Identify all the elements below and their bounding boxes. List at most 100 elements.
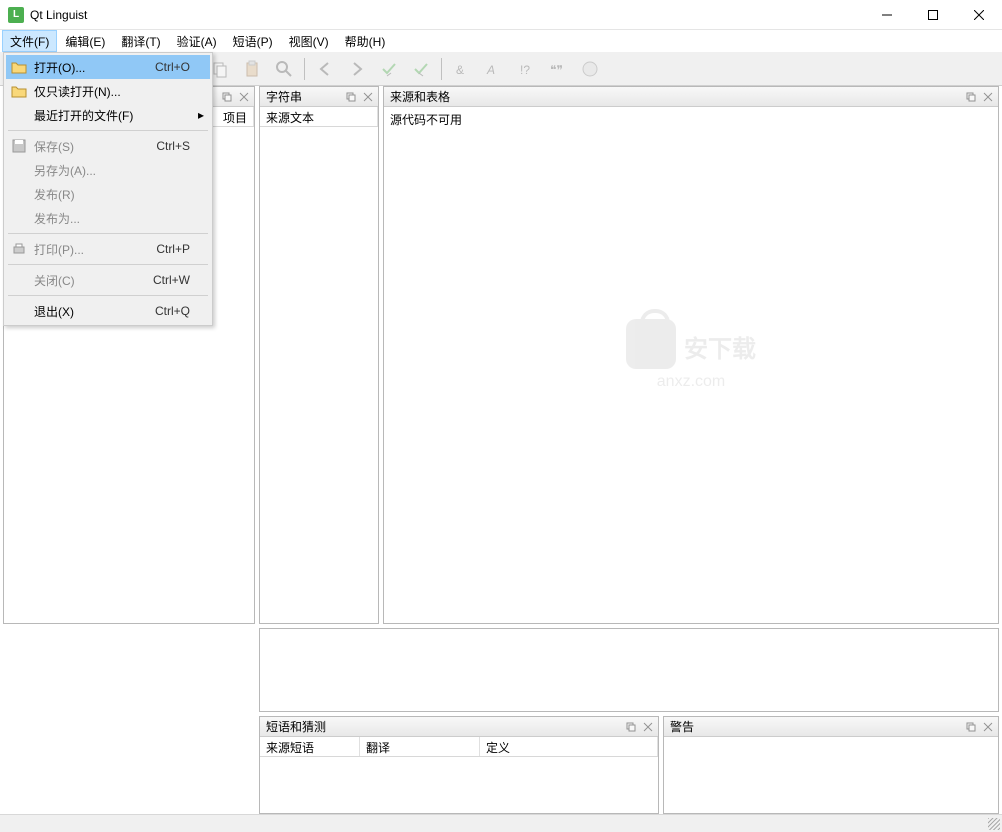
source-panel: 来源和表格 源代码不可用 安下载 anxz.com (383, 86, 999, 624)
tb-done-next-icon[interactable] (406, 55, 436, 83)
panel-title: 来源和表格 (390, 88, 962, 105)
float-icon[interactable] (623, 719, 639, 735)
float-icon[interactable] (343, 89, 359, 105)
panel-body[interactable] (260, 629, 998, 711)
float-icon[interactable] (219, 89, 235, 105)
tb-find-icon[interactable] (269, 55, 299, 83)
tb-done-prev-icon[interactable] (374, 55, 404, 83)
close-icon[interactable] (640, 719, 656, 735)
menu-item-label: 打开(O)... (34, 59, 155, 76)
tb-accel-icon[interactable]: & (447, 55, 477, 83)
close-icon[interactable] (980, 719, 996, 735)
panel-title: 短语和猜测 (266, 718, 622, 735)
menu-exit[interactable]: 退出(X) Ctrl+Q (6, 299, 210, 323)
menu-item-label: 保存(S) (34, 138, 156, 155)
col-translation[interactable]: 翻译 (360, 737, 480, 756)
col-source-phrase[interactable]: 来源短语 (260, 737, 360, 756)
tb-place-icon[interactable] (575, 55, 605, 83)
svg-text:A: A (486, 63, 495, 77)
menubar: 文件(F) 编辑(E) 翻译(T) 验证(A) 短语(P) 视图(V) 帮助(H… (0, 30, 1002, 52)
menu-recent-files[interactable]: 最近打开的文件(F) ▸ (6, 103, 210, 127)
menu-item-label: 仅只读打开(N)... (34, 83, 190, 100)
phrases-panel: 短语和猜测 来源短语 翻译 定义 (259, 716, 659, 814)
tb-prev-icon[interactable] (310, 55, 340, 83)
menu-separator (8, 264, 208, 265)
float-icon[interactable] (963, 89, 979, 105)
svg-text:❝❞: ❝❞ (550, 63, 563, 77)
watermark-text: 安下载 (684, 329, 756, 364)
svg-text:!?: !? (520, 63, 530, 77)
panel-header: 短语和猜测 (260, 717, 658, 737)
close-icon[interactable] (236, 89, 252, 105)
menu-release[interactable]: 发布(R) (6, 182, 210, 206)
resize-grip-icon[interactable] (988, 818, 1000, 830)
print-icon (10, 240, 28, 258)
float-icon[interactable] (963, 719, 979, 735)
app-icon: L (8, 7, 24, 23)
column-headers: 来源文本 (260, 107, 378, 127)
menu-separator (8, 130, 208, 131)
menu-item-label: 发布为... (34, 210, 190, 227)
tb-punc-icon[interactable]: !? (511, 55, 541, 83)
folder-open-icon (10, 82, 28, 100)
menu-file[interactable]: 文件(F) (2, 30, 57, 52)
menu-save[interactable]: 保存(S) Ctrl+S (6, 134, 210, 158)
menu-item-label: 发布(R) (34, 186, 190, 203)
strings-panel: 字符串 来源文本 (259, 86, 379, 624)
menu-edit[interactable]: 编辑(E) (57, 30, 113, 52)
panel-header: 警告 (664, 717, 998, 737)
submenu-arrow-icon: ▸ (198, 108, 204, 122)
toolbar-separator (441, 58, 442, 80)
tb-phrase-icon[interactable]: ❝❞ (543, 55, 573, 83)
panel-body (664, 737, 998, 813)
window-title: Qt Linguist (30, 8, 864, 22)
warnings-panel: 警告 (663, 716, 999, 814)
menu-item-label: 退出(X) (34, 303, 155, 320)
panel-header: 字符串 (260, 87, 378, 107)
menu-phrases[interactable]: 短语(P) (225, 30, 281, 52)
tb-font-icon[interactable]: A (479, 55, 509, 83)
panel-body: 来源短语 翻译 定义 (260, 737, 658, 813)
menu-validation[interactable]: 验证(A) (169, 30, 225, 52)
menu-separator (8, 233, 208, 234)
close-button[interactable] (956, 0, 1002, 30)
menu-releaseas[interactable]: 发布为... (6, 206, 210, 230)
panel-body: 源代码不可用 安下载 anxz.com (384, 107, 998, 623)
menu-open-readonly[interactable]: 仅只读打开(N)... (6, 79, 210, 103)
statusbar (0, 814, 1002, 832)
save-icon (10, 137, 28, 155)
watermark: 安下载 anxz.com (626, 319, 756, 391)
menu-separator (8, 295, 208, 296)
svg-text:&: & (456, 63, 464, 77)
menu-item-shortcut: Ctrl+S (156, 139, 190, 153)
menu-item-shortcut: Ctrl+Q (155, 304, 190, 318)
menu-view[interactable]: 视图(V) (281, 30, 337, 52)
panel-body: 来源文本 (260, 107, 378, 623)
watermark-lock-icon (626, 319, 676, 369)
menu-help[interactable]: 帮助(H) (337, 30, 394, 52)
menu-item-shortcut: Ctrl+O (155, 60, 190, 74)
menu-item-shortcut: Ctrl+P (156, 242, 190, 256)
window-controls (864, 0, 1002, 30)
menu-close[interactable]: 关闭(C) Ctrl+W (6, 268, 210, 292)
close-icon[interactable] (980, 89, 996, 105)
col-definition[interactable]: 定义 (480, 737, 658, 756)
close-icon[interactable] (360, 89, 376, 105)
col-source-text[interactable]: 来源文本 (260, 107, 378, 126)
file-menu-dropdown: 打开(O)... Ctrl+O 仅只读打开(N)... 最近打开的文件(F) ▸… (3, 52, 213, 326)
minimize-button[interactable] (864, 0, 910, 30)
tb-paste-icon[interactable] (237, 55, 267, 83)
menu-translate[interactable]: 翻译(T) (113, 30, 168, 52)
folder-open-icon (10, 58, 28, 76)
menu-open[interactable]: 打开(O)... Ctrl+O (6, 55, 210, 79)
maximize-button[interactable] (910, 0, 956, 30)
menu-item-shortcut: Ctrl+W (153, 273, 190, 287)
menu-print[interactable]: 打印(P)... Ctrl+P (6, 237, 210, 261)
tb-next-icon[interactable] (342, 55, 372, 83)
panel-title: 字符串 (266, 88, 342, 105)
menu-item-label: 最近打开的文件(F) (34, 107, 190, 124)
column-headers: 来源短语 翻译 定义 (260, 737, 658, 757)
watermark-subtext: anxz.com (626, 373, 756, 391)
translation-editor-panel (259, 628, 999, 712)
menu-saveas[interactable]: 另存为(A)... (6, 158, 210, 182)
